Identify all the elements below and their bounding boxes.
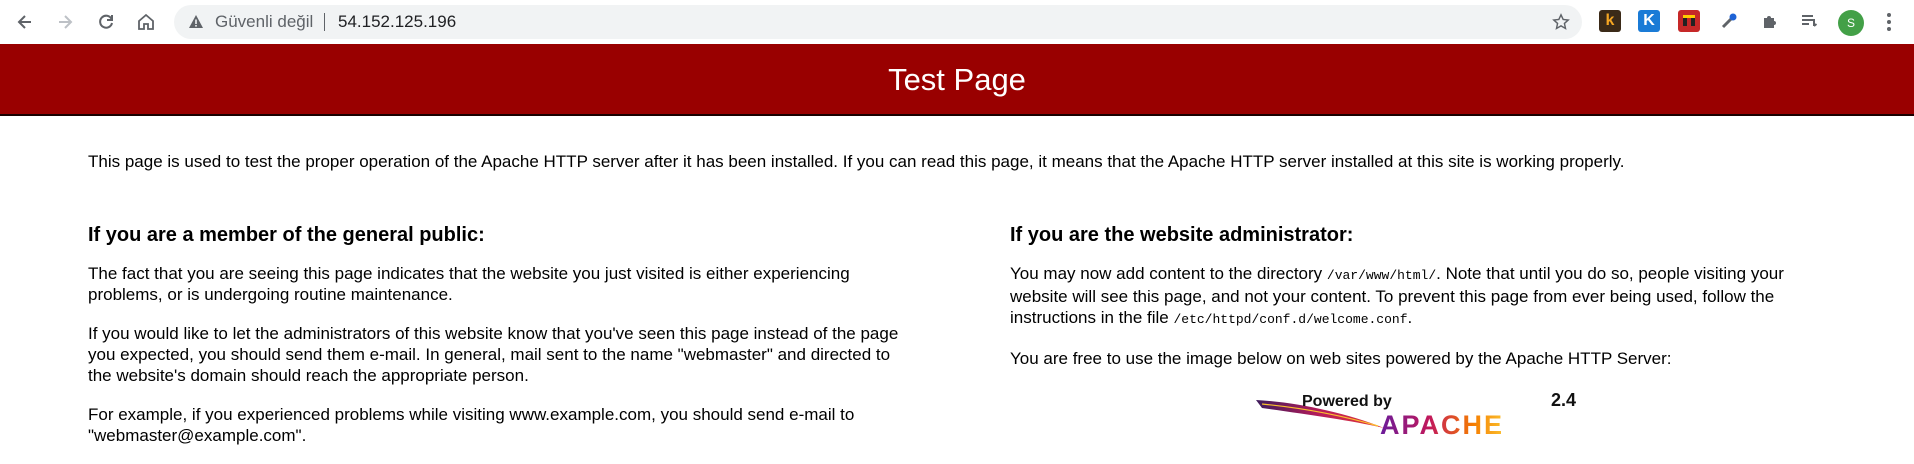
public-paragraph-3: For example, if you experienced problems… (88, 405, 855, 445)
public-paragraph-1: The fact that you are seeing this page i… (88, 264, 850, 304)
public-section: If you are a member of the general publi… (88, 223, 910, 464)
public-paragraph-2: If you would like to let the administrat… (88, 324, 899, 385)
apache-wordmark: APACHE (1380, 410, 1504, 438)
browser-toolbar: Güvenli değil 54.152.125.196 k K S (0, 0, 1914, 44)
powered-by-text: Powered by (1302, 393, 1392, 410)
eyedropper-icon[interactable] (1718, 10, 1740, 32)
more-menu-icon[interactable] (1886, 12, 1892, 32)
apache-logo: Powered by 2.4 APACHE (1256, 390, 1576, 438)
reading-list-icon[interactable] (1798, 10, 1820, 32)
profile-avatar[interactable]: S (1838, 10, 1864, 36)
back-button[interactable] (10, 7, 40, 37)
page-banner: Test Page (0, 44, 1914, 116)
extension-red-icon[interactable] (1678, 10, 1700, 32)
home-button[interactable] (131, 7, 161, 37)
home-icon (138, 13, 154, 30)
reload-button[interactable] (91, 7, 121, 37)
version-text: 2.4 (1551, 390, 1576, 410)
warning-icon[interactable] (188, 14, 204, 30)
directory-path: /var/www/html/ (1326, 268, 1437, 283)
arrow-left-icon (17, 15, 31, 29)
arrow-right-icon (59, 15, 73, 29)
separator (324, 13, 325, 31)
page-title: Test Page (888, 62, 1026, 97)
reload-icon (99, 14, 113, 29)
admin-section: If you are the website administrator: Yo… (1010, 223, 1840, 387)
intro-text: This page is used to test the proper ope… (88, 152, 1625, 171)
url-text[interactable]: 54.152.125.196 (338, 13, 456, 31)
admin-paragraph-2: You are free to use the image below on w… (1010, 349, 1672, 368)
extension-k-icon[interactable]: k (1599, 10, 1621, 32)
security-label[interactable]: Güvenli değil (215, 13, 313, 31)
extension-k-blue-icon[interactable]: K (1638, 10, 1660, 32)
forward-button[interactable] (50, 7, 80, 37)
extensions-puzzle-icon[interactable] (1759, 10, 1781, 32)
admin-paragraph-1: You may now add content to the directory… (1010, 264, 1784, 327)
config-file-path: /etc/httpd/conf.d/welcome.conf (1173, 312, 1408, 327)
address-bar[interactable]: Güvenli değil 54.152.125.196 (174, 5, 1582, 39)
star-icon[interactable] (1552, 13, 1570, 31)
admin-heading: If you are the website administrator: (1010, 224, 1354, 246)
public-heading: If you are a member of the general publi… (88, 224, 485, 246)
